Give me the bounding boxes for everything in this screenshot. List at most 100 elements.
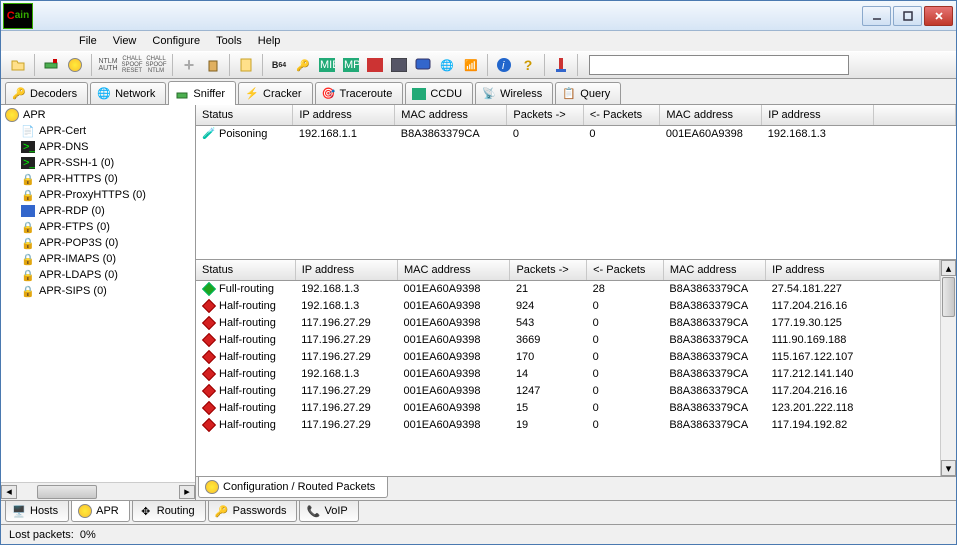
chall-spoof-reset-icon[interactable]: CHALLSPOOFRESET xyxy=(121,54,143,76)
table-row[interactable]: Half-routing117.196.27.29001EA60A9398124… xyxy=(196,382,940,399)
table-row[interactable]: Full-routing192.168.1.3001EA60A93982128B… xyxy=(196,280,940,297)
help-icon[interactable]: ? xyxy=(517,54,539,76)
tree-item[interactable]: 🔒APR-HTTPS (0) xyxy=(3,171,193,187)
mib-icon[interactable]: MIB xyxy=(316,54,338,76)
column-header[interactable]: Packets -> xyxy=(507,105,583,125)
upper-pane[interactable]: StatusIP addressMAC addressPackets -><- … xyxy=(196,105,956,260)
tree-item[interactable]: 🔒APR-LDAPS (0) xyxy=(3,267,193,283)
column-header[interactable]: MAC address xyxy=(660,105,762,125)
close-button[interactable] xyxy=(924,6,953,26)
tree-item[interactable]: 🔒APR-SIPS (0) xyxy=(3,283,193,299)
net-monitor-icon[interactable] xyxy=(364,54,386,76)
menu-file[interactable]: File xyxy=(71,33,105,49)
column-header[interactable]: IP address xyxy=(295,260,397,280)
column-header[interactable]: <- Packets xyxy=(583,105,659,125)
tab-query[interactable]: 📋Query xyxy=(555,82,621,104)
key-icon[interactable]: 🔑 xyxy=(292,54,314,76)
table-row[interactable]: Half-routing117.196.27.29001EA60A9398170… xyxy=(196,348,940,365)
column-header[interactable]: Packets -> xyxy=(510,260,587,280)
menu-help[interactable]: Help xyxy=(250,33,289,49)
table-cell: 19 xyxy=(510,416,587,433)
tree-item[interactable]: 📄APR-Cert xyxy=(3,123,193,139)
table-row[interactable]: Half-routing117.196.27.29001EA60A9398543… xyxy=(196,314,940,331)
network-adapter-icon[interactable] xyxy=(40,54,62,76)
table-cell: B8A3863379CA xyxy=(663,348,765,365)
column-header[interactable]: IP address xyxy=(293,105,395,125)
mpr-icon[interactable]: MPR xyxy=(340,54,362,76)
tree-item[interactable]: 🔒APR-IMAPS (0) xyxy=(3,251,193,267)
btab-routing[interactable]: ✥Routing xyxy=(132,501,206,522)
ntlm-auth-icon[interactable]: NTLMAUTH xyxy=(97,54,119,76)
tab-label: Traceroute xyxy=(340,88,393,100)
tab-network[interactable]: 🌐Network xyxy=(90,82,166,104)
minimize-button[interactable] xyxy=(862,6,891,26)
tree-item[interactable]: 🔒APR-POP3S (0) xyxy=(3,235,193,251)
info-icon[interactable]: i xyxy=(493,54,515,76)
sidebar-hscrollbar[interactable]: ◂ ▸ xyxy=(1,482,195,500)
add-icon[interactable]: + xyxy=(178,54,200,76)
calculator-icon[interactable] xyxy=(388,54,410,76)
btab-label: Hosts xyxy=(30,505,58,517)
table-cell: 177.19.30.125 xyxy=(766,314,940,331)
tab-wireless[interactable]: 📡Wireless xyxy=(475,82,553,104)
scroll-down-icon[interactable]: ▾ xyxy=(941,460,956,476)
column-header[interactable]: MAC address xyxy=(663,260,765,280)
tab-ccdu[interactable]: CCDU xyxy=(405,82,473,104)
column-header[interactable]: <- Packets xyxy=(587,260,664,280)
scroll-right-icon[interactable]: ▸ xyxy=(179,485,195,499)
column-header[interactable]: MAC address xyxy=(397,260,509,280)
menu-tools[interactable]: Tools xyxy=(208,33,250,49)
tab-traceroute[interactable]: 🎯Traceroute xyxy=(315,82,404,104)
column-header[interactable]: Status xyxy=(196,260,295,280)
dictionary-icon[interactable] xyxy=(235,54,257,76)
toolbar-input[interactable] xyxy=(589,55,849,75)
tab-sniffer[interactable]: Sniffer xyxy=(168,81,236,105)
wifi-scan-icon[interactable]: 📶 xyxy=(460,54,482,76)
menu-configure[interactable]: Configure xyxy=(144,33,208,49)
tree-item[interactable]: 🔒APR-ProxyHTTPS (0) xyxy=(3,187,193,203)
lower-pane[interactable]: StatusIP addressMAC addressPackets -><- … xyxy=(196,260,940,476)
column-header[interactable]: MAC address xyxy=(395,105,507,125)
column-header[interactable]: IP address xyxy=(762,105,874,125)
globe-icon[interactable]: 🌐 xyxy=(436,54,458,76)
column-header[interactable]: IP address xyxy=(766,260,940,280)
maximize-button[interactable] xyxy=(893,6,922,26)
base64-icon[interactable]: B64 xyxy=(268,54,290,76)
scroll-thumb[interactable] xyxy=(37,485,97,499)
exit-icon[interactable] xyxy=(550,54,572,76)
tree-root-apr[interactable]: APR xyxy=(3,107,193,123)
chall-spoof-ntlm-icon[interactable]: CHALLSPOOFNTLM xyxy=(145,54,167,76)
table-cell: 117.196.27.29 xyxy=(295,314,397,331)
apr-tree[interactable]: APR 📄APR-Cert>_APR-DNS>_APR-SSH-1 (0)🔒AP… xyxy=(1,105,195,482)
tree-item[interactable]: >_APR-DNS xyxy=(3,139,193,155)
table-row[interactable]: Half-routing117.196.27.29001EA60A9398150… xyxy=(196,399,940,416)
tab-cracker[interactable]: ⚡Cracker xyxy=(238,82,313,104)
scroll-thumb[interactable] xyxy=(942,277,955,317)
table-row[interactable]: Half-routing117.196.27.29001EA60A9398366… xyxy=(196,331,940,348)
table-row[interactable]: 🧪Poisoning192.168.1.1B8A3863379CA00001EA… xyxy=(196,125,956,142)
table-row[interactable]: Half-routing192.168.1.3001EA60A9398140B8… xyxy=(196,365,940,382)
btab-passwords[interactable]: 🔑Passwords xyxy=(208,501,298,522)
btab-apr[interactable]: APR xyxy=(71,501,130,522)
scroll-left-icon[interactable]: ◂ xyxy=(1,485,17,499)
table-row[interactable]: Half-routing117.196.27.29001EA60A9398190… xyxy=(196,416,940,433)
monitor-icon[interactable] xyxy=(412,54,434,76)
table-cell: B8A3863379CA xyxy=(663,280,765,297)
column-header[interactable]: Status xyxy=(196,105,293,125)
tab-decoders[interactable]: 🔑Decoders xyxy=(5,82,88,104)
tree-item[interactable]: >_APR-SSH-1 (0) xyxy=(3,155,193,171)
menu-view[interactable]: View xyxy=(105,33,145,49)
lower-vscrollbar[interactable]: ▴ ▾ xyxy=(940,260,956,476)
start-apr-icon[interactable] xyxy=(64,54,86,76)
scroll-up-icon[interactable]: ▴ xyxy=(941,260,956,276)
delete-icon[interactable] xyxy=(202,54,224,76)
tree-item[interactable]: 🔒APR-FTPS (0) xyxy=(3,219,193,235)
table-cell: B8A3863379CA xyxy=(663,297,765,314)
btab-voip[interactable]: 📞VoIP xyxy=(299,501,358,522)
pane-tab-config[interactable]: Configuration / Routed Packets xyxy=(198,477,388,498)
table-row[interactable]: Half-routing192.168.1.3001EA60A93989240B… xyxy=(196,297,940,314)
tree-item[interactable]: APR-RDP (0) xyxy=(3,203,193,219)
open-file-icon[interactable] xyxy=(7,54,29,76)
column-header[interactable] xyxy=(874,105,956,125)
btab-hosts[interactable]: 🖥️Hosts xyxy=(5,501,69,522)
